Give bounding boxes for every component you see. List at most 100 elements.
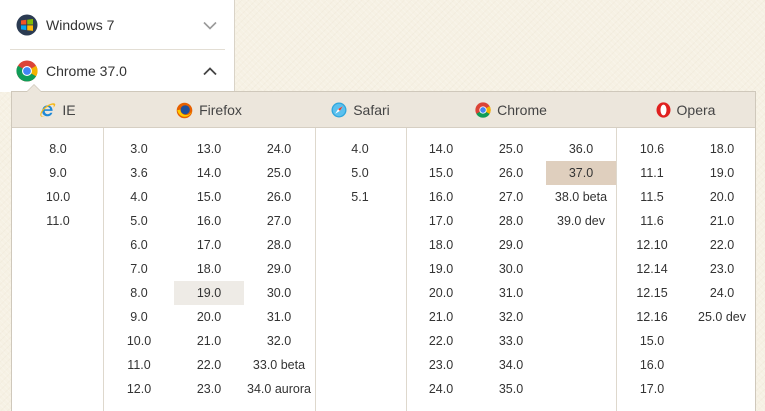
safari-icon — [331, 102, 347, 118]
version-column-opera-1: 10.6 11.1 11.5 11.6 12.10 12.14 12.15 12… — [617, 137, 687, 401]
version-item[interactable]: 30.0 — [244, 281, 314, 305]
version-item[interactable]: 25.0 — [476, 137, 546, 161]
version-item[interactable]: 9.0 — [104, 305, 174, 329]
chevron-down-icon[interactable] — [195, 21, 225, 30]
version-item[interactable]: 27.0 — [244, 209, 314, 233]
version-item[interactable]: 18.0 — [406, 233, 476, 257]
version-item[interactable]: 34.0 aurora — [244, 377, 314, 401]
version-item[interactable]: 25.0 — [244, 161, 314, 185]
version-item[interactable]: 15.0 — [406, 161, 476, 185]
version-item[interactable]: 4.0 — [325, 137, 395, 161]
version-item[interactable]: 29.0 — [244, 257, 314, 281]
chrome-icon — [475, 102, 491, 118]
version-item[interactable]: 17.0 — [174, 233, 244, 257]
version-item[interactable]: 3.0 — [104, 137, 174, 161]
version-item[interactable]: 26.0 — [476, 161, 546, 185]
version-item[interactable]: 18.0 — [174, 257, 244, 281]
version-item[interactable]: 21.0 — [406, 305, 476, 329]
version-item[interactable]: 8.0 — [104, 281, 174, 305]
version-item[interactable]: 34.0 — [476, 353, 546, 377]
version-item[interactable]: 33.0 — [476, 329, 546, 353]
version-item[interactable]: 12.16 — [617, 305, 687, 329]
version-item-selected[interactable]: 37.0 — [546, 161, 616, 185]
version-item[interactable]: 25.0 dev — [687, 305, 757, 329]
version-item[interactable]: 10.6 — [617, 137, 687, 161]
version-item[interactable]: 32.0 — [476, 305, 546, 329]
version-item[interactable]: 11.5 — [617, 185, 687, 209]
version-item[interactable]: 16.0 — [406, 185, 476, 209]
version-item[interactable]: 31.0 — [476, 281, 546, 305]
version-item[interactable]: 20.0 — [174, 305, 244, 329]
version-item[interactable]: 33.0 beta — [244, 353, 314, 377]
version-item[interactable]: 31.0 — [244, 305, 314, 329]
version-item[interactable]: 13.0 — [174, 137, 244, 161]
version-item[interactable]: 22.0 — [406, 329, 476, 353]
version-item[interactable]: 22.0 — [174, 353, 244, 377]
version-item[interactable]: 20.0 — [687, 185, 757, 209]
version-item[interactable]: 12.14 — [617, 257, 687, 281]
version-item[interactable]: 24.0 — [406, 377, 476, 401]
version-item-hovered[interactable]: 19.0 — [174, 281, 244, 305]
version-item[interactable]: 24.0 — [244, 137, 314, 161]
version-item[interactable]: 23.0 — [406, 353, 476, 377]
version-item[interactable]: 28.0 — [476, 209, 546, 233]
version-item[interactable]: 38.0 beta — [546, 185, 616, 209]
browser-header-chrome: Chrome — [406, 92, 616, 128]
version-item[interactable]: 21.0 — [174, 329, 244, 353]
version-item[interactable]: 8.0 — [23, 137, 93, 161]
browser-name-ie: IE — [62, 102, 76, 118]
version-item[interactable]: 11.6 — [617, 209, 687, 233]
chevron-up-icon[interactable] — [195, 66, 225, 76]
version-column-chrome-3: 36.0 37.0 38.0 beta 39.0 dev — [546, 137, 616, 233]
os-select-label: Windows 7 — [46, 17, 115, 33]
version-item[interactable]: 23.0 — [687, 257, 757, 281]
version-item[interactable]: 11.1 — [617, 161, 687, 185]
version-item[interactable]: 15.0 — [617, 329, 687, 353]
version-item[interactable]: 30.0 — [476, 257, 546, 281]
version-item[interactable]: 12.0 — [104, 377, 174, 401]
chrome-logo-icon — [16, 60, 38, 82]
version-item[interactable]: 11.0 — [23, 209, 93, 233]
version-item[interactable]: 16.0 — [174, 209, 244, 233]
version-item[interactable]: 36.0 — [546, 137, 616, 161]
browser-select-label: Chrome 37.0 — [46, 63, 127, 79]
version-item[interactable]: 5.1 — [325, 185, 395, 209]
version-item[interactable]: 32.0 — [244, 329, 314, 353]
version-item[interactable]: 35.0 — [476, 377, 546, 401]
browser-header-firefox: Firefox — [103, 92, 315, 128]
version-item[interactable]: 3.6 — [104, 161, 174, 185]
version-item[interactable]: 11.0 — [104, 353, 174, 377]
version-item[interactable]: 18.0 — [687, 137, 757, 161]
version-item[interactable]: 26.0 — [244, 185, 314, 209]
version-item[interactable]: 21.0 — [687, 209, 757, 233]
version-item[interactable]: 39.0 dev — [546, 209, 616, 233]
version-item[interactable]: 5.0 — [104, 209, 174, 233]
version-item[interactable]: 16.0 — [617, 353, 687, 377]
version-item[interactable]: 24.0 — [687, 281, 757, 305]
version-item[interactable]: 14.0 — [174, 161, 244, 185]
version-item[interactable]: 27.0 — [476, 185, 546, 209]
version-item[interactable]: 7.0 — [104, 257, 174, 281]
version-item[interactable]: 5.0 — [325, 161, 395, 185]
version-item[interactable]: 10.0 — [104, 329, 174, 353]
version-item[interactable]: 17.0 — [617, 377, 687, 401]
version-item[interactable]: 15.0 — [174, 185, 244, 209]
version-item[interactable]: 29.0 — [476, 233, 546, 257]
version-item[interactable]: 22.0 — [687, 233, 757, 257]
version-item[interactable]: 28.0 — [244, 233, 314, 257]
version-item[interactable]: 4.0 — [104, 185, 174, 209]
version-column-ie: 8.0 9.0 10.0 11.0 — [23, 137, 93, 233]
version-item[interactable]: 6.0 — [104, 233, 174, 257]
version-item[interactable]: 14.0 — [406, 137, 476, 161]
version-item[interactable]: 12.10 — [617, 233, 687, 257]
version-item[interactable]: 12.15 — [617, 281, 687, 305]
version-item[interactable]: 9.0 — [23, 161, 93, 185]
version-item[interactable]: 19.0 — [687, 161, 757, 185]
version-item[interactable]: 19.0 — [406, 257, 476, 281]
version-item[interactable]: 10.0 — [23, 185, 93, 209]
version-column-opera-2: 18.0 19.0 20.0 21.0 22.0 23.0 24.0 25.0 … — [687, 137, 757, 329]
version-item[interactable]: 17.0 — [406, 209, 476, 233]
os-select[interactable]: Windows 7 — [0, 3, 225, 47]
version-item[interactable]: 23.0 — [174, 377, 244, 401]
version-item[interactable]: 20.0 — [406, 281, 476, 305]
